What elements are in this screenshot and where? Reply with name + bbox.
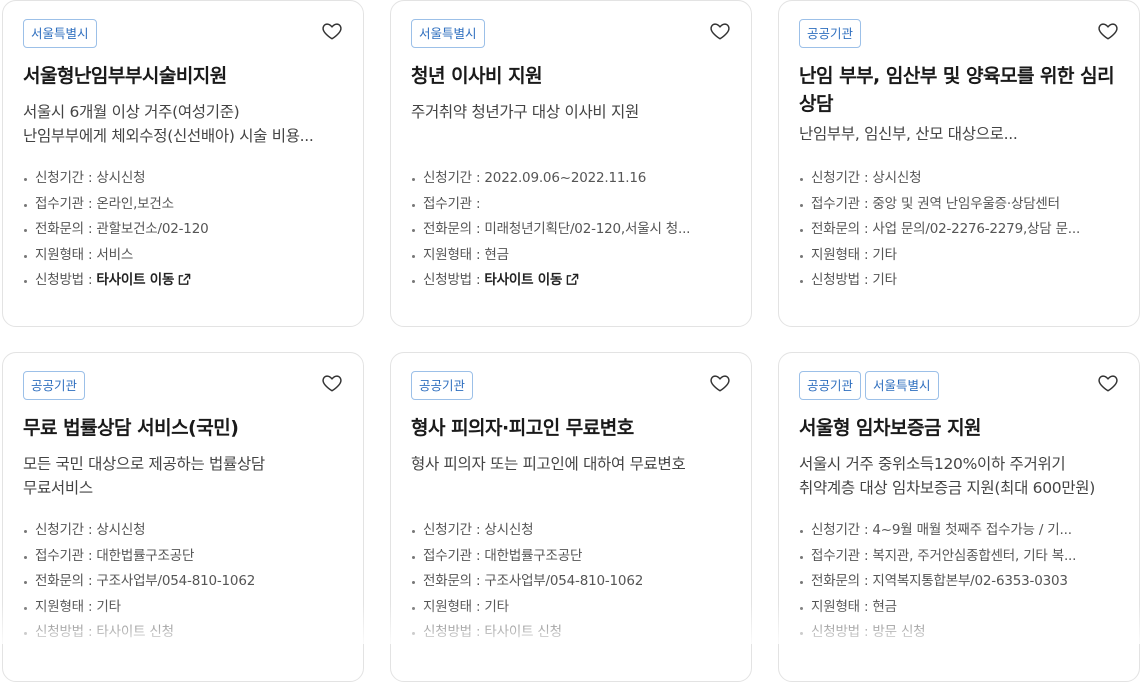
info-list: 신청기간 : 상시신청 접수기관 : 중앙 및 권역 난임우울증·상담센터 전화문의… bbox=[799, 166, 1119, 294]
region-tag: 공공기관 bbox=[799, 19, 862, 48]
info-item: 전화문의 : 관할보건소/02-120 bbox=[23, 217, 343, 243]
method-label: 신청방법 : bbox=[35, 272, 97, 288]
card-description-line: 난임부부에게 체외수정(신선배아) 시술 비용... bbox=[23, 127, 314, 145]
info-item: 지원형태 : 기타 bbox=[411, 595, 731, 621]
external-site-link[interactable]: 타사이트 이동 bbox=[96, 272, 191, 288]
card-description-line: 형사 피의자 또는 피고인에 대하여 무료변호 bbox=[411, 455, 686, 473]
card-description-line: 서울시 6개월 이상 거주(여성기준) bbox=[23, 103, 240, 121]
favorite-heart-icon[interactable] bbox=[709, 20, 733, 44]
benefit-card[interactable]: 공공기관 난임 부부, 임산부 및 양육모를 위한 심리 상담 난임부부, 임신… bbox=[778, 0, 1140, 327]
info-item: 접수기관 : 온라인,보건소 bbox=[23, 192, 343, 218]
favorite-heart-icon[interactable] bbox=[321, 20, 345, 44]
card-description-line: 난임부부, 임신부, 산모 대상으로... bbox=[799, 125, 1018, 143]
card-description: 모든 국민 대상으로 제공하는 법률상담무료서비스 bbox=[23, 452, 343, 502]
info-item-method: 신청방법 : 타사이트 신청 bbox=[23, 620, 343, 646]
info-item: 전화문의 : 미래청년기획단/02-120,서울시 청... bbox=[411, 217, 731, 243]
region-tag: 서울특별시 bbox=[865, 371, 939, 400]
favorite-heart-icon[interactable] bbox=[1097, 372, 1121, 396]
info-item: 접수기관 : 대한법률구조공단 bbox=[23, 544, 343, 570]
info-item: 지원형태 : 기타 bbox=[23, 595, 343, 621]
info-item: 신청기간 : 상시신청 bbox=[411, 518, 731, 544]
info-item: 전화문의 : 사업 문의/02-2276-2279,상담 문... bbox=[799, 217, 1119, 243]
card-description-line: 주거취약 청년가구 대상 이사비 지원 bbox=[411, 103, 639, 121]
info-list: 신청기간 : 상시신청 접수기관 : 대한법률구조공단 전화문의 : 구조사업부/0… bbox=[23, 518, 343, 646]
favorite-heart-icon[interactable] bbox=[709, 372, 733, 396]
info-item: 지원형태 : 현금 bbox=[411, 243, 731, 269]
region-tag: 공공기관 bbox=[411, 371, 474, 400]
card-description: 서울시 6개월 이상 거주(여성기준) 난임부부에게 체외수정(신선배아) 시술 … bbox=[23, 100, 343, 150]
info-item: 지원형태 : 기타 bbox=[799, 243, 1119, 269]
card-title[interactable]: 서울형난임부부시술비지원 bbox=[23, 62, 343, 90]
info-list: 신청기간 : 4~9월 매월 첫째주 접수가능 / 기... 접수기관 : 복지관… bbox=[799, 518, 1119, 646]
info-item-method: 신청방법 : 기타 bbox=[799, 268, 1119, 294]
card-description: 서울시 거주 중위소득120%이하 주거위기취약계층 대상 임차보증금 지원(최… bbox=[799, 452, 1119, 502]
info-item: 접수기관 : bbox=[411, 192, 731, 218]
info-item: 지원형태 : 현금 bbox=[799, 595, 1119, 621]
benefit-card[interactable]: 서울특별시 청년 이사비 지원 주거취약 청년가구 대상 이사비 지원 신청기간… bbox=[390, 0, 752, 327]
info-item: 신청기간 : 4~9월 매월 첫째주 접수가능 / 기... bbox=[799, 518, 1119, 544]
info-item: 접수기관 : 대한법률구조공단 bbox=[411, 544, 731, 570]
info-item: 신청기간 : 상시신청 bbox=[799, 166, 1119, 192]
info-item: 전화문의 : 지역복지통합본부/02-6353-0303 bbox=[799, 569, 1119, 595]
region-tag: 공공기관 bbox=[799, 371, 862, 400]
card-description: 주거취약 청년가구 대상 이사비 지원 bbox=[411, 100, 731, 150]
region-tag: 서울특별시 bbox=[411, 19, 485, 48]
info-item: 신청기간 : 상시신청 bbox=[23, 166, 343, 192]
card-description-line: 서울시 거주 중위소득120%이하 주거위기 bbox=[799, 455, 1066, 473]
tag-list: 공공기관 bbox=[23, 371, 343, 400]
tag-list: 공공기관 서울특별시 bbox=[799, 371, 1119, 400]
region-tag: 공공기관 bbox=[23, 371, 86, 400]
favorite-heart-icon[interactable] bbox=[321, 372, 345, 396]
card-description: 형사 피의자 또는 피고인에 대하여 무료변호 bbox=[411, 452, 731, 502]
external-link-icon bbox=[566, 270, 579, 285]
card-title[interactable]: 청년 이사비 지원 bbox=[411, 62, 731, 90]
method-label: 신청방법 : bbox=[423, 272, 485, 288]
info-list: 신청기간 : 상시신청 접수기관 : 온라인,보건소 전화문의 : 관할보건소/02… bbox=[23, 166, 343, 294]
external-site-link[interactable]: 타사이트 이동 bbox=[484, 272, 579, 288]
benefit-card[interactable]: 공공기관 무료 법률상담 서비스(국민) 모든 국민 대상으로 제공하는 법률상… bbox=[2, 352, 364, 682]
benefit-card[interactable]: 공공기관 형사 피의자·피고인 무료변호 형사 피의자 또는 피고인에 대하여 … bbox=[390, 352, 752, 682]
info-item: 접수기관 : 복지관, 주거안심종합센터, 기타 복... bbox=[799, 544, 1119, 570]
card-description-line: 무료서비스 bbox=[23, 479, 93, 497]
info-item: 지원형태 : 서비스 bbox=[23, 243, 343, 269]
info-list: 신청기간 : 2022.09.06~2022.11.16 접수기관 : 전화문의 :… bbox=[411, 166, 731, 294]
external-site-link-label: 타사이트 이동 bbox=[484, 272, 563, 288]
info-item: 접수기관 : 중앙 및 권역 난임우울증·상담센터 bbox=[799, 192, 1119, 218]
favorite-heart-icon[interactable] bbox=[1097, 20, 1121, 44]
tag-list: 서울특별시 bbox=[23, 19, 343, 48]
info-item-method: 신청방법 : 타사이트 이동 bbox=[23, 268, 343, 294]
info-item: 신청기간 : 2022.09.06~2022.11.16 bbox=[411, 166, 731, 192]
tag-list: 공공기관 bbox=[411, 371, 731, 400]
card-title[interactable]: 형사 피의자·피고인 무료변호 bbox=[411, 414, 731, 442]
info-item: 전화문의 : 구조사업부/054-810-1062 bbox=[23, 569, 343, 595]
card-description: 난임부부, 임신부, 산모 대상으로... bbox=[799, 122, 1119, 150]
info-item-method: 신청방법 : 방문 신청 bbox=[799, 620, 1119, 646]
info-item: 신청기간 : 상시신청 bbox=[23, 518, 343, 544]
external-link-icon bbox=[178, 270, 191, 285]
info-list: 신청기간 : 상시신청 접수기관 : 대한법률구조공단 전화문의 : 구조사업부/0… bbox=[411, 518, 731, 646]
info-item: 전화문의 : 구조사업부/054-810-1062 bbox=[411, 569, 731, 595]
external-site-link-label: 타사이트 이동 bbox=[96, 272, 175, 288]
benefit-card[interactable]: 공공기관 서울특별시 서울형 임차보증금 지원 서울시 거주 중위소득120%이하… bbox=[778, 352, 1140, 682]
region-tag: 서울특별시 bbox=[23, 19, 97, 48]
benefit-card[interactable]: 서울특별시 서울형난임부부시술비지원 서울시 6개월 이상 거주(여성기준) 난임… bbox=[2, 0, 364, 327]
card-title[interactable]: 서울형 임차보증금 지원 bbox=[799, 414, 1119, 442]
card-title[interactable]: 난임 부부, 임산부 및 양육모를 위한 심리 상담 bbox=[799, 62, 1119, 118]
card-description-line: 모든 국민 대상으로 제공하는 법률상담 bbox=[23, 455, 265, 473]
tag-list: 서울특별시 bbox=[411, 19, 731, 48]
tag-list: 공공기관 bbox=[799, 19, 1119, 48]
card-description-line: 취약계층 대상 임차보증금 지원(최대 600만원) bbox=[799, 479, 1096, 497]
info-item-method: 신청방법 : 타사이트 신청 bbox=[411, 620, 731, 646]
info-item-method: 신청방법 : 타사이트 이동 bbox=[411, 268, 731, 294]
card-title[interactable]: 무료 법률상담 서비스(국민) bbox=[23, 414, 343, 442]
